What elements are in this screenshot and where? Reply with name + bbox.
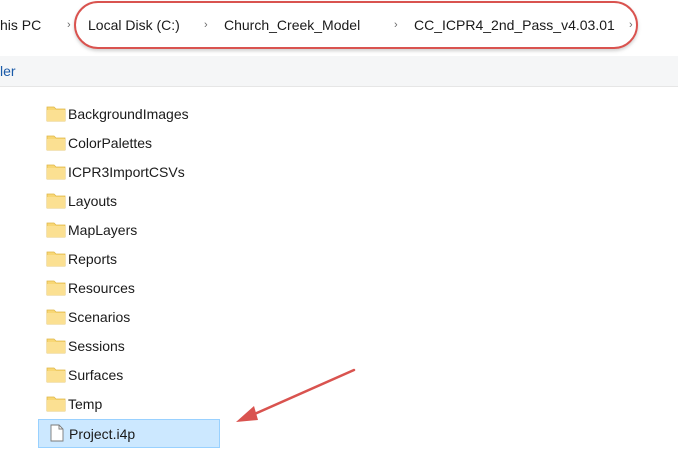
folder-name: BackgroundImages — [68, 106, 189, 122]
toolbar-label[interactable]: ler — [0, 63, 16, 79]
document-icon — [50, 424, 64, 442]
folder-icon — [46, 193, 66, 209]
annotation-arrow — [236, 368, 356, 422]
folder-icon — [46, 309, 66, 325]
folder-item[interactable]: Reports — [38, 245, 228, 274]
folder-name: MapLayers — [68, 222, 138, 238]
folder-item[interactable]: Scenarios — [38, 303, 228, 332]
folder-icon — [46, 396, 66, 412]
folder-item[interactable]: Surfaces — [38, 361, 228, 390]
folder-icon — [46, 280, 66, 296]
folder-item[interactable]: ICPR3ImportCSVs — [38, 158, 228, 187]
annotation-oval — [74, 1, 638, 49]
folder-name: Reports — [68, 251, 118, 267]
folder-name: Temp — [68, 396, 103, 412]
folder-item[interactable]: Sessions — [38, 332, 228, 361]
folder-icon — [46, 106, 66, 122]
address-bar[interactable]: his PC › Local Disk (C:) › Church_Creek_… — [0, 0, 678, 49]
breadcrumb-this-pc[interactable]: his PC — [0, 16, 41, 34]
folder-name: Sessions — [68, 338, 125, 354]
toolbar: ler — [0, 56, 678, 87]
folder-icon — [46, 367, 66, 383]
folder-item[interactable]: Resources — [38, 274, 228, 303]
folder-icon — [46, 135, 66, 151]
folder-icon — [46, 164, 66, 180]
folder-name: Resources — [68, 280, 135, 296]
folder-name: ColorPalettes — [68, 135, 153, 151]
folder-item[interactable]: Temp — [38, 390, 228, 419]
folder-name: Surfaces — [68, 367, 124, 383]
folder-item[interactable]: ColorPalettes — [38, 129, 228, 158]
file-item-project[interactable]: Project.i4p — [38, 419, 220, 448]
folder-icon — [46, 222, 66, 238]
chevron-right-icon[interactable]: › — [67, 16, 71, 34]
file-explorer-window: his PC › Local Disk (C:) › Church_Creek_… — [0, 0, 678, 465]
folder-name: ICPR3ImportCSVs — [68, 164, 185, 180]
folder-icon — [46, 251, 66, 267]
folder-item[interactable]: BackgroundImages — [38, 100, 228, 129]
folder-item[interactable]: Layouts — [38, 187, 228, 216]
folder-item[interactable]: MapLayers — [38, 216, 228, 245]
folder-name: Layouts — [68, 193, 118, 209]
folder-icon — [46, 338, 66, 354]
folder-name: Scenarios — [68, 309, 131, 325]
file-name: Project.i4p — [69, 426, 136, 442]
